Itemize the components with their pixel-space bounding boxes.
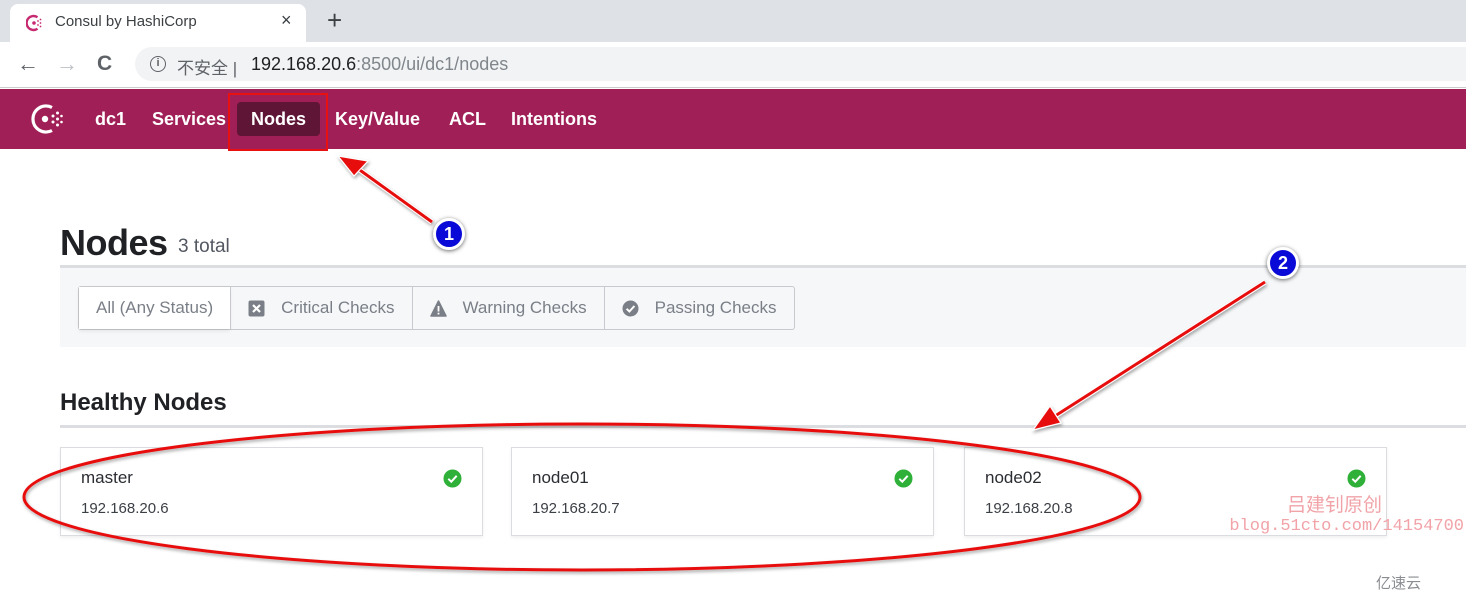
- node-name: node01: [532, 468, 589, 487]
- forward-arrow-icon[interactable]: →: [56, 51, 78, 77]
- nav-item-key-value[interactable]: Key/Value: [335, 102, 420, 136]
- passing-check-icon: [622, 300, 639, 316]
- filter-warning[interactable]: Warning Checks: [411, 287, 604, 329]
- consul-logo-icon[interactable]: [28, 101, 66, 137]
- browser-toolbar: ← → C i 不安全 | 192.168.20.6:8500/ui/dc1/n…: [0, 42, 1466, 88]
- filter-bar: All (Any Status) Critical Checks Warning…: [60, 268, 1466, 347]
- url-host: 192.168.20.6: [251, 54, 357, 74]
- security-status: 不安全 |: [177, 59, 238, 78]
- info-icon[interactable]: i: [150, 56, 166, 72]
- nav-item-acl[interactable]: ACL: [449, 102, 486, 136]
- filter-critical[interactable]: Critical Checks: [230, 287, 411, 329]
- address-bar[interactable]: i 不安全 | 192.168.20.6:8500/ui/dc1/nodes: [135, 47, 1466, 81]
- section-divider: [60, 425, 1466, 428]
- node-card[interactable]: node01 192.168.20.7: [511, 447, 934, 536]
- filter-all-label: All (Any Status): [96, 298, 214, 317]
- node-address: 192.168.20.6: [81, 500, 169, 517]
- reload-icon[interactable]: C: [97, 51, 112, 77]
- new-tab-button[interactable]: +: [327, 5, 342, 35]
- security-label: 不安全: [177, 59, 228, 78]
- brand-watermark: 亿速云: [1376, 575, 1422, 592]
- annotation-badge-2: 2: [1267, 247, 1299, 279]
- filter-critical-label: Critical Checks: [281, 298, 395, 317]
- page-title: Nodes: [60, 222, 168, 263]
- critical-x-icon: [248, 300, 265, 316]
- passing-check-icon: [894, 469, 913, 488]
- status-filter-group: All (Any Status) Critical Checks Warning…: [78, 286, 795, 330]
- node-name: master: [81, 468, 133, 487]
- node-card[interactable]: master 192.168.20.6: [60, 447, 483, 536]
- watermark-author: 吕建钊原创: [1286, 494, 1382, 516]
- browser-tab-bar: Consul by HashiCorp × +: [0, 0, 1466, 42]
- filter-warning-label: Warning Checks: [462, 298, 587, 317]
- tab-title: Consul by HashiCorp: [55, 13, 197, 30]
- watermark-url: blog.51cto.com/14154700: [1229, 517, 1464, 536]
- nav-item-dc1[interactable]: dc1: [95, 102, 126, 136]
- nav-item-services[interactable]: Services: [152, 102, 226, 136]
- annotation-badge-1: 1: [433, 218, 465, 250]
- passing-check-icon: [1347, 469, 1366, 488]
- watermark: 吕建钊原创 blog.51cto.com/14154700: [1218, 494, 1464, 538]
- tab-close-icon[interactable]: ×: [281, 10, 292, 31]
- browser-tab[interactable]: Consul by HashiCorp ×: [10, 4, 306, 42]
- section-title: Healthy Nodes: [60, 389, 227, 416]
- back-arrow-icon[interactable]: ←: [17, 51, 39, 77]
- filter-passing[interactable]: Passing Checks: [603, 287, 794, 329]
- nav-item-intentions[interactable]: Intentions: [511, 102, 597, 136]
- node-address: 192.168.20.7: [532, 500, 620, 517]
- passing-check-icon: [443, 469, 462, 488]
- warning-triangle-icon: [429, 299, 447, 317]
- filter-all[interactable]: All (Any Status): [79, 287, 231, 329]
- node-address: 192.168.20.8: [985, 500, 1073, 517]
- arrow-annotation-1: [336, 155, 434, 225]
- consul-favicon-icon: [26, 14, 42, 32]
- filter-passing-label: Passing Checks: [654, 298, 777, 317]
- url-text[interactable]: 192.168.20.6:8500/ui/dc1/nodes: [251, 54, 508, 75]
- annotation-highlight-box: [228, 93, 328, 151]
- node-name: node02: [985, 468, 1042, 487]
- url-path: :8500/ui/dc1/nodes: [356, 54, 509, 74]
- consul-top-nav: dc1 Services Nodes Key/Value ACL Intenti…: [0, 89, 1466, 149]
- node-count: 3 total: [178, 236, 230, 257]
